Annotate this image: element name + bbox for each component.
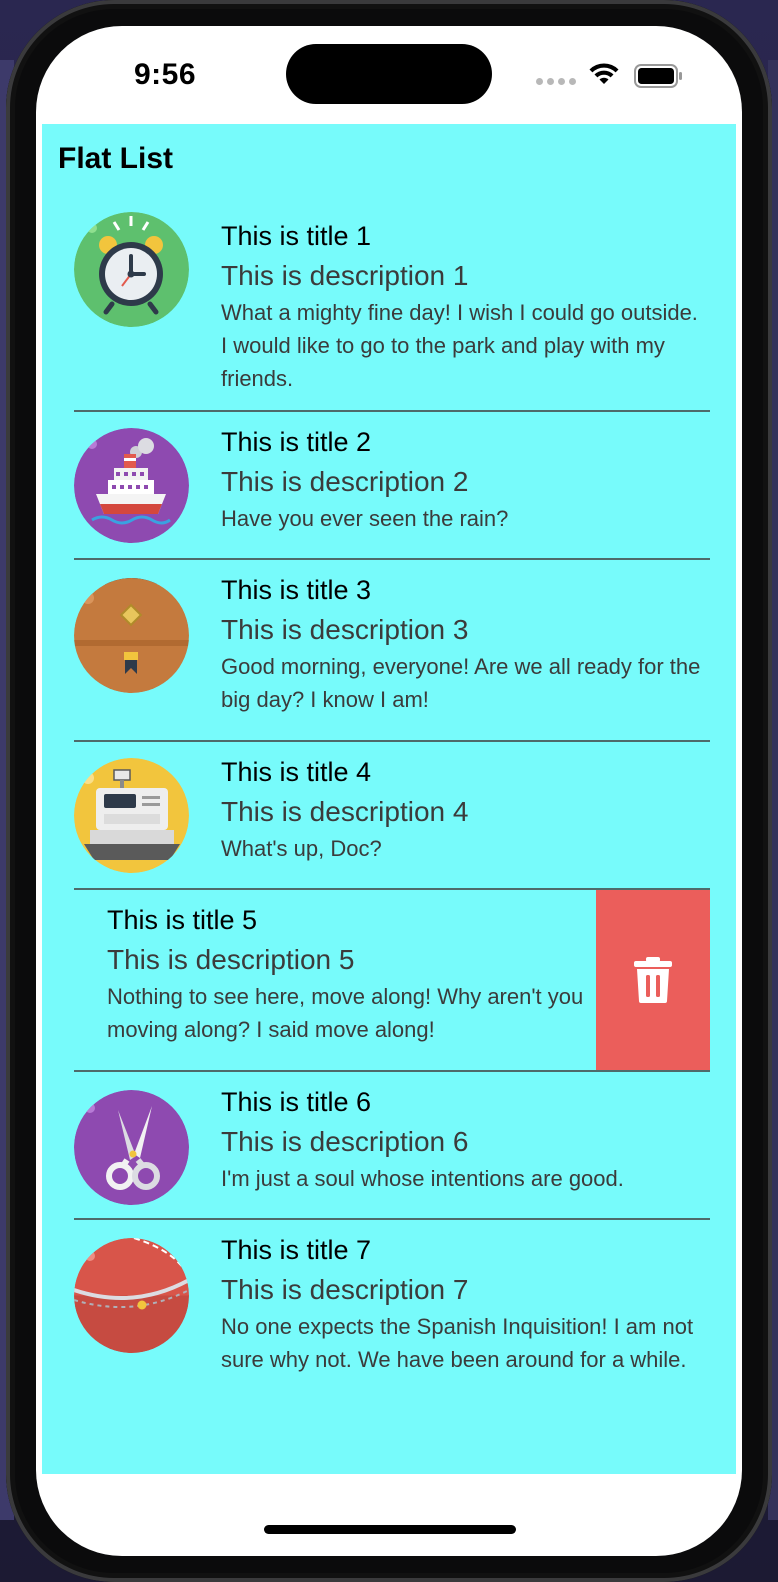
item-title: This is title 5 <box>107 905 258 935</box>
item-description: This is description 3 <box>221 614 469 645</box>
item-title: This is title 6 <box>221 1087 372 1117</box>
dynamic-island <box>286 44 492 104</box>
simulator-device-frame: 9:56 Flat List This is title 1 This is d… <box>6 0 772 1582</box>
list-item[interactable]: This is title 4 This is description 4 Wh… <box>74 742 710 890</box>
list-item[interactable]: This is title 3 This is description 3 Go… <box>74 560 710 742</box>
list-item-text: This is title 4 This is description 4 Wh… <box>221 752 710 865</box>
list-item-text: This is title 5 This is description 5 No… <box>107 900 590 1046</box>
list-item[interactable]: This is title 6 This is description 6 I'… <box>74 1072 710 1220</box>
item-body: Nothing to see here, move along! Why are… <box>107 984 584 1042</box>
home-indicator[interactable] <box>264 1525 516 1534</box>
delete-button[interactable] <box>596 890 710 1070</box>
item-title: This is title 3 <box>221 575 372 605</box>
item-title: This is title 2 <box>221 427 372 457</box>
list-item-text: This is title 7 This is description 7 No… <box>221 1230 710 1376</box>
briefcase-icon <box>74 578 189 693</box>
cellular-signal-icon <box>536 78 576 85</box>
item-title: This is title 1 <box>221 221 372 251</box>
list-item-text: This is title 1 This is description 1 Wh… <box>221 216 710 395</box>
ship-icon <box>74 428 189 543</box>
list-item-text: This is title 6 This is description 6 I'… <box>221 1082 710 1195</box>
item-body: What's up, Doc? <box>221 836 382 861</box>
item-body: What a mighty fine day! I wish I could g… <box>221 300 698 391</box>
item-body: No one expects the Spanish Inquisition! … <box>221 1314 694 1372</box>
item-body: Have you ever seen the rain? <box>221 506 509 531</box>
scissors-icon <box>74 1090 189 1205</box>
trash-icon <box>634 957 672 1003</box>
list-item[interactable]: This is title 1 This is description 1 Wh… <box>74 206 710 412</box>
list-item[interactable]: This is title 7 This is description 7 No… <box>74 1220 710 1420</box>
item-description: This is description 1 <box>221 260 469 291</box>
item-description: This is description 7 <box>221 1274 469 1305</box>
list-item-swiped[interactable]: This is title 5 This is description 5 No… <box>74 890 710 1072</box>
battery-icon <box>634 64 684 93</box>
wifi-icon <box>588 62 620 91</box>
cash-register-icon <box>74 758 189 873</box>
alarm-clock-icon <box>74 212 189 327</box>
item-description: This is description 4 <box>221 796 469 827</box>
list-item[interactable]: This is title 2 This is description 2 Ha… <box>74 412 710 560</box>
list-item-text: This is title 2 This is description 2 Ha… <box>221 422 710 535</box>
item-body: Good morning, everyone! Are we all ready… <box>221 654 701 712</box>
status-time: 9:56 <box>134 58 197 91</box>
cricket-ball-icon <box>74 1238 189 1353</box>
item-description: This is description 6 <box>221 1126 469 1157</box>
flat-list-screen: Flat List This is title 1 This is descri… <box>42 124 736 1474</box>
list-item-text: This is title 3 This is description 3 Go… <box>221 570 710 716</box>
item-title: This is title 7 <box>221 1235 372 1265</box>
status-bar: 9:56 <box>36 26 742 122</box>
item-body: I'm just a soul whose intentions are goo… <box>221 1166 624 1191</box>
item-description: This is description 2 <box>221 466 469 497</box>
item-description: This is description 5 <box>107 944 355 975</box>
device-screen: 9:56 Flat List This is title 1 This is d… <box>36 26 742 1556</box>
page-title: Flat List <box>58 142 174 175</box>
item-title: This is title 4 <box>221 757 372 787</box>
